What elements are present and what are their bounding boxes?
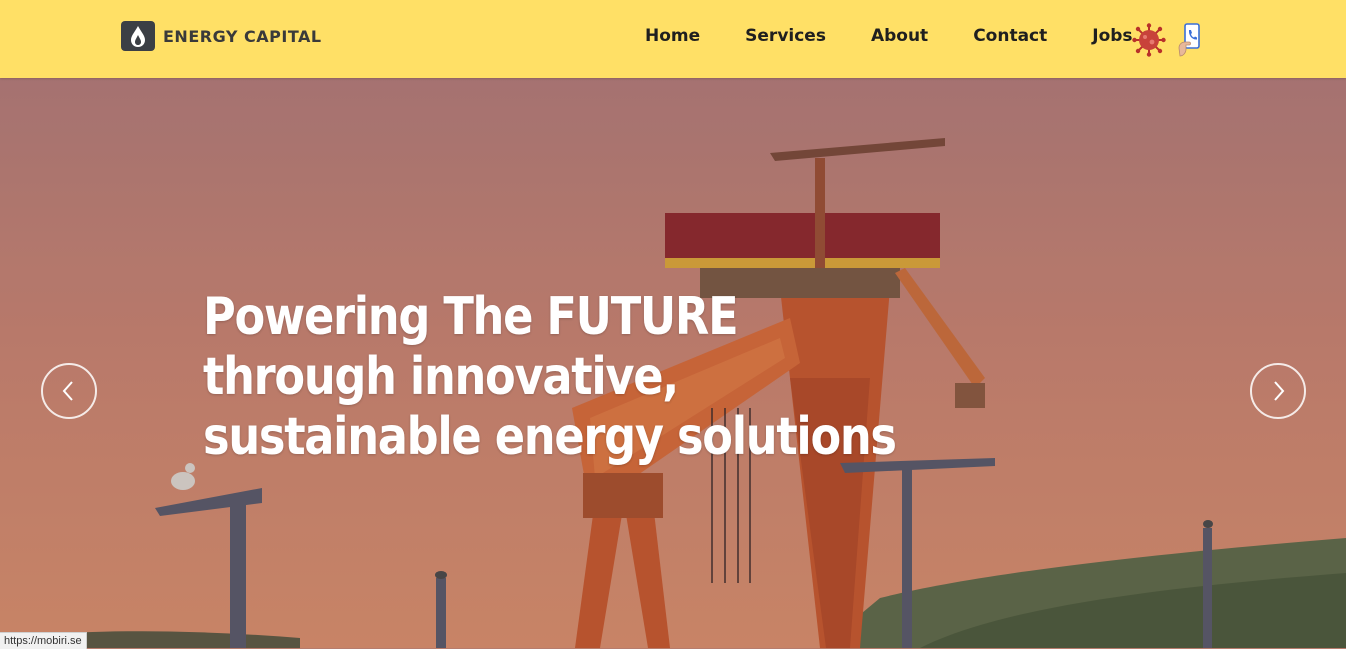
nav-contact[interactable]: Contact: [973, 26, 1047, 46]
slider-next-button[interactable]: [1250, 363, 1306, 419]
nav-icons: [1132, 22, 1202, 58]
chevron-right-icon: [1268, 379, 1288, 403]
phone-hand-icon[interactable]: [1176, 22, 1202, 58]
brand-logo[interactable]: ENERGY CAPITAL: [121, 21, 322, 51]
top-navbar: ENERGY CAPITAL Home Services About Conta…: [0, 0, 1346, 78]
status-bar-url: https://mobiri.se: [0, 632, 87, 649]
nav-about[interactable]: About: [871, 26, 928, 46]
slider-prev-button[interactable]: [41, 363, 97, 419]
virus-icon[interactable]: [1132, 23, 1166, 57]
hero-headline-line-1: Powering The FUTURE: [203, 287, 739, 347]
hero-headline-line-2: through innovative,: [203, 347, 679, 407]
brand-name: ENERGY CAPITAL: [163, 26, 322, 46]
hero-headline: Powering The FUTURE through innovative, …: [203, 287, 897, 467]
main-nav: Home Services About Contact Jobs: [645, 26, 1133, 46]
nav-services[interactable]: Services: [745, 26, 826, 46]
hero-headline-line-3: sustainable energy solutions: [203, 407, 897, 467]
chevron-left-icon: [59, 379, 79, 403]
nav-jobs[interactable]: Jobs: [1092, 26, 1132, 46]
flame-drop-icon: [121, 21, 155, 51]
nav-home[interactable]: Home: [645, 26, 700, 46]
